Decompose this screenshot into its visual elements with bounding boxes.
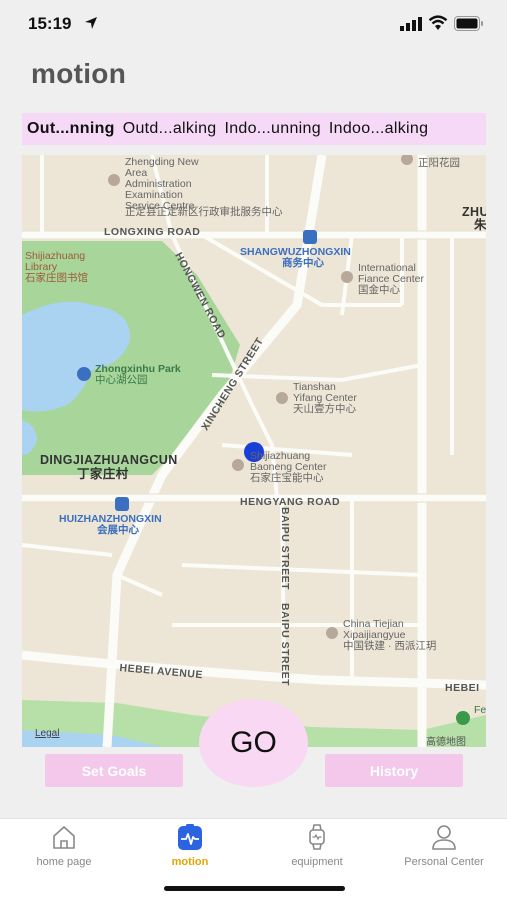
map-label-ifc-cn: 国金中心 (358, 284, 400, 296)
map-label-dingjia-cn: 丁家庄村 (77, 467, 129, 481)
sport-type-tabs: Out...nning Outd...alking Indo...unning … (22, 113, 486, 145)
map-label-baoneng-cn: 石家庄宝能中心 (250, 472, 324, 484)
tab-indoor-walking[interactable]: Indoo...alking (329, 120, 428, 138)
tab-home-page-label: home page (36, 856, 92, 868)
map-provider-logo: 高德地图 (426, 737, 466, 747)
tab-personal-center[interactable]: Personal Center (389, 823, 499, 868)
home-indicator (164, 886, 345, 891)
watch-icon (309, 824, 325, 850)
tab-outdoor-walking[interactable]: Outd...alking (123, 120, 217, 138)
person-icon (432, 825, 456, 850)
history-button[interactable]: History (325, 754, 463, 787)
road-label-longxing: LONGXING ROAD (104, 226, 201, 238)
location-arrow-icon (85, 17, 97, 29)
home-icon (53, 826, 75, 849)
map-label-dingjia: DINGJIAZHUANGCUN (40, 453, 178, 467)
map-label-tiejian: China Tiejian Xipaijiangyue (343, 618, 406, 641)
map-label-zhu: ZHU (462, 205, 486, 219)
road-label-hebei-right: HEBEI (445, 682, 480, 694)
tab-outdoor-running[interactable]: Out...nning (27, 120, 115, 138)
map-label-zhengyang: 正阳花园 (418, 157, 460, 169)
map-label-tianshan-cn: 天山壹方中心 (293, 403, 356, 415)
road-label-baipu-2: BAIPU STREET (279, 603, 291, 687)
status-bar: 15:19 (0, 0, 507, 50)
wifi-icon (428, 15, 448, 30)
battery-icon (454, 16, 483, 31)
map-label-tianshan: Tianshan Yifang Center (293, 381, 357, 404)
map-label-zhengding: Zhengding New Area Administration Examinati… (125, 156, 199, 212)
road-label-baipu-1: BAIPU STREET (279, 507, 291, 591)
tab-equipment-label: equipment (291, 856, 343, 868)
status-time: 15:19 (28, 14, 72, 33)
map-label-zhu-cn: 朱 (474, 218, 486, 232)
set-goals-button[interactable]: Set Goals (45, 754, 183, 787)
tab-indoor-running[interactable]: Indo...unning (224, 120, 320, 138)
page-title: motion (31, 58, 127, 89)
motion-icon (178, 824, 202, 850)
map-view[interactable]: Zhengding New Area Administration Examinati… (22, 155, 486, 747)
map-label-huizhan-cn: 会展中心 (97, 524, 139, 536)
map-label-shangwu-cn: 商务中心 (282, 257, 324, 269)
tab-home-page[interactable]: home page (9, 823, 119, 868)
map-label-library-cn: 石家庄图书馆 (25, 272, 88, 284)
tab-motion[interactable]: motion (135, 823, 245, 868)
map-label-library: Shijiazhuang Library (25, 250, 86, 273)
map-label-tiejian-cn: 中国铁建 · 西派江玥 (343, 640, 437, 652)
map-label-park-cn: 中心湖公园 (95, 374, 148, 386)
map-label-baoneng: Shijiazhuang Baoneng Center (250, 450, 327, 473)
tab-personal-center-label: Personal Center (404, 856, 484, 868)
map-label-ifc: International Fiance Center (358, 262, 424, 285)
cellular-signal-icon (400, 17, 422, 31)
go-button[interactable]: GO (199, 699, 308, 787)
map-label-fe: Fe (474, 704, 486, 716)
tab-equipment[interactable]: equipment (262, 823, 372, 868)
map-legal-link[interactable]: Legal (35, 728, 59, 739)
map-label-zhengding-cn: 正定县正定新区行政审批服务中心 (125, 206, 283, 218)
tab-motion-label: motion (171, 856, 209, 868)
